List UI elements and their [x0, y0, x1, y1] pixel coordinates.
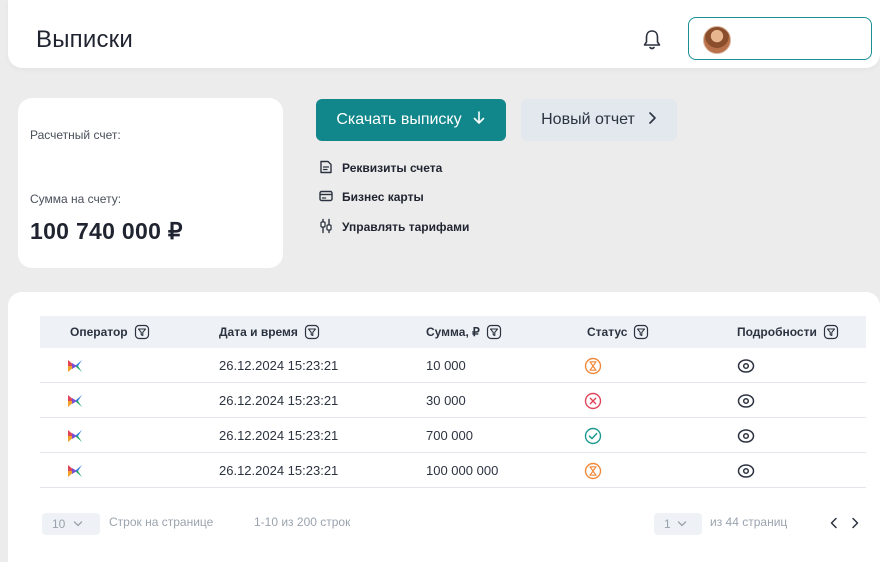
operator-logo — [66, 348, 84, 383]
rows-range-text: 1-10 из 200 строк — [254, 515, 351, 529]
account-label: Расчетный счет: — [30, 128, 121, 142]
operator-logo — [66, 418, 84, 453]
manage-tariffs-link[interactable]: Управлять тарифами — [318, 217, 469, 237]
operator-logo — [66, 453, 84, 488]
column-operator-label: Оператор — [70, 325, 128, 339]
column-datetime-label: Дата и время — [219, 325, 298, 339]
row-datetime: 26.12.2024 15:23:21 — [219, 428, 339, 443]
account-details-label: Реквизиты счета — [342, 161, 443, 175]
table-row[interactable]: 26.12.2024 15:23:21 700 000 — [40, 418, 866, 453]
sliders-icon — [318, 218, 334, 237]
filter-icon[interactable] — [304, 324, 320, 340]
column-operator[interactable]: Оператор — [70, 316, 150, 348]
column-status-label: Статус — [587, 325, 628, 339]
row-amount: 700 000 — [426, 428, 473, 443]
download-statement-button[interactable]: Скачать выписку — [316, 99, 506, 141]
rows-per-page-label: Строк на странице — [109, 515, 214, 529]
filter-icon[interactable] — [134, 324, 150, 340]
chevron-right-icon — [647, 111, 657, 130]
download-button-label: Скачать выписку — [336, 111, 462, 128]
table-header: Оператор Дата и время Сумма, ₽ Статус По… — [40, 316, 866, 348]
filter-icon[interactable] — [633, 324, 649, 340]
row-amount: 100 000 000 — [426, 463, 499, 478]
filter-icon[interactable] — [823, 324, 839, 340]
profile-menu[interactable] — [688, 17, 872, 60]
rows-per-page-value: 10 — [52, 517, 66, 531]
column-amount-label: Сумма, ₽ — [426, 325, 480, 339]
card-icon — [318, 188, 334, 207]
row-amount: 10 000 — [426, 358, 466, 373]
balance-value: 100 740 000 ₽ — [30, 218, 183, 244]
bell-icon[interactable] — [640, 28, 664, 52]
page-title: Выписки — [36, 26, 133, 53]
column-details-label: Подробности — [737, 325, 817, 339]
chevron-down-icon — [677, 517, 687, 531]
manage-tariffs-label: Управлять тарифами — [342, 220, 470, 234]
total-pages-text: из 44 страниц — [710, 515, 788, 529]
document-icon — [318, 159, 334, 178]
operator-logo — [66, 383, 84, 418]
status-failed-icon — [584, 383, 602, 418]
table-row[interactable]: 26.12.2024 15:23:21 100 000 000 — [40, 453, 866, 488]
rows-per-page-select[interactable]: 10 — [42, 513, 100, 535]
eye-icon[interactable] — [737, 418, 755, 453]
filter-icon[interactable] — [486, 324, 502, 340]
business-cards-label: Бизнес карты — [342, 190, 424, 204]
row-datetime: 26.12.2024 15:23:21 — [219, 393, 339, 408]
arrow-down-icon — [472, 110, 486, 131]
status-success-icon — [584, 418, 602, 453]
page-select[interactable]: 1 — [654, 513, 702, 535]
chevron-down-icon — [73, 517, 83, 531]
eye-icon[interactable] — [737, 348, 755, 383]
prev-page-icon[interactable] — [826, 513, 842, 533]
account-details-link[interactable]: Реквизиты счета — [318, 158, 442, 178]
column-datetime[interactable]: Дата и время — [219, 316, 320, 348]
table-row[interactable]: 26.12.2024 15:23:21 30 000 — [40, 383, 866, 418]
new-report-button[interactable]: Новый отчет — [521, 99, 677, 141]
row-datetime: 26.12.2024 15:23:21 — [219, 463, 339, 478]
page-select-value: 1 — [664, 517, 671, 531]
user-avatar — [703, 26, 731, 54]
status-pending-icon — [584, 453, 602, 488]
column-status[interactable]: Статус — [587, 316, 649, 348]
status-pending-icon — [584, 348, 602, 383]
business-cards-link[interactable]: Бизнес карты — [318, 187, 424, 207]
next-page-icon[interactable] — [847, 513, 863, 533]
row-amount: 30 000 — [426, 393, 466, 408]
table-row[interactable]: 26.12.2024 15:23:21 10 000 — [40, 348, 866, 383]
row-datetime: 26.12.2024 15:23:21 — [219, 358, 339, 373]
eye-icon[interactable] — [737, 383, 755, 418]
balance-label: Сумма на счету: — [30, 192, 122, 206]
column-details[interactable]: Подробности — [737, 316, 839, 348]
new-report-button-label: Новый отчет — [541, 111, 635, 128]
column-amount[interactable]: Сумма, ₽ — [426, 316, 502, 348]
eye-icon[interactable] — [737, 453, 755, 488]
